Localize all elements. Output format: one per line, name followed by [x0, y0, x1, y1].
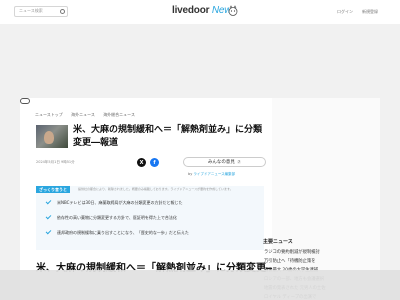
sidebar-news-item[interactable]: ラジコの要約削減が規制検討 [264, 249, 320, 255]
breadcrumb-item[interactable]: 海外総合ニュース [103, 112, 135, 117]
opinion-label: みんなの意見 [207, 160, 235, 165]
summary-item: 米NBCテレビは30日、麻薬取締局が大麻の分類変更の方針だと報じた [45, 198, 183, 206]
opinion-button[interactable]: みんなの意見 7 [183, 157, 266, 167]
breadcrumb-item[interactable]: 海外ニュース [71, 112, 95, 117]
summary-box: ざっくり言うと 提供社の都合により、削除されました。概要のみ掲載しております。ラ… [36, 186, 264, 250]
mascot-icon [228, 5, 238, 16]
search-input[interactable]: ニュース検索 [14, 6, 68, 17]
logo-main: livedoor [172, 5, 210, 16]
check-icon [45, 198, 52, 205]
facebook-share-icon[interactable]: f [150, 158, 159, 167]
article-title: 米、大麻の規制緩和へ＝「解熱剤並み」に分類変更―報道 [73, 125, 263, 148]
breadcrumb: ニューストップ 海外ニュース 海外総合ニュース [35, 112, 142, 118]
sidebar-news-item[interactable]: 万引防止へ「待機防止策を [264, 258, 316, 264]
author-link[interactable]: ライブドアニュース編集部 [193, 172, 235, 176]
bottom-ad-bar [0, 270, 400, 300]
search-placeholder: ニュース検索 [19, 8, 43, 13]
check-icon [45, 213, 52, 220]
search-icon[interactable] [60, 9, 65, 14]
site-header: ニュース検索 livedoor News ログイン 新規登録 [0, 0, 400, 24]
summary-item: 依存性の高い薬物に分類変更する方針で、医証明を得た上で合法化 [45, 213, 177, 221]
article-date: 2024年5月1日 9時51分 [36, 160, 75, 164]
signup-link[interactable]: 新規登録 [362, 9, 378, 15]
sidebar-heading: 主要ニュース [263, 239, 293, 245]
summary-tag: ざっくり言うと [36, 186, 70, 193]
login-link[interactable]: ログイン [337, 9, 353, 15]
breadcrumb-item[interactable]: ニューストップ [35, 112, 63, 117]
summary-item: 連邦政府の規制緩和に乗り出すことになり、「歴史的な一歩」だと伝えた [45, 228, 189, 236]
author-line: by ライブドアニュース編集部 [188, 172, 235, 177]
site-logo[interactable]: livedoor News [172, 5, 236, 16]
check-icon [45, 228, 52, 235]
article-thumbnail[interactable] [36, 125, 68, 148]
author-prefix: by [188, 172, 193, 176]
opinion-count: 7 [236, 160, 242, 164]
summary-note: 提供社の都合により、削除されました。概要のみ掲載しております。ライブドアニュース… [78, 187, 233, 191]
ad-space [0, 24, 400, 98]
x-share-icon[interactable]: X [137, 158, 146, 167]
copy-link-icon[interactable] [20, 98, 30, 104]
